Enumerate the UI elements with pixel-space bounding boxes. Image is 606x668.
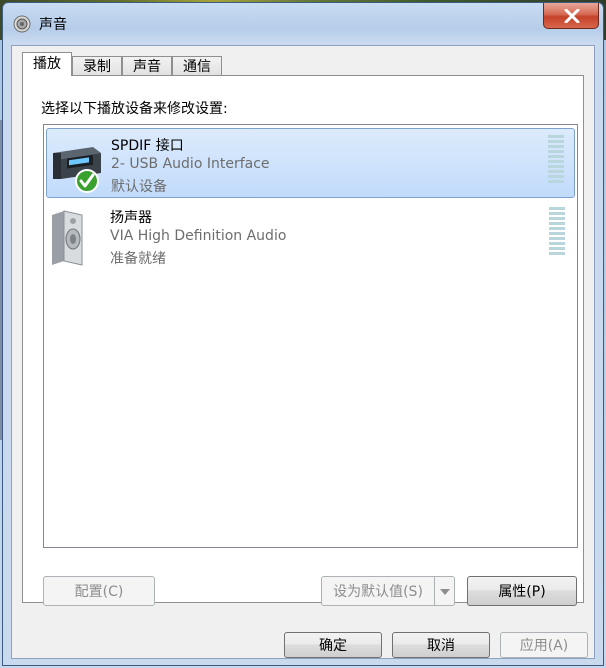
device-description: 2- USB Audio Interface [111, 156, 270, 172]
speaker-device-icon [48, 205, 102, 267]
dialog-client-area: 播放 录制 声音 通信 选择以下播放设备来修改设置: SPDIF 接口 2- U… [11, 45, 595, 659]
tab-playback[interactable]: 播放 [22, 52, 72, 76]
tab-recording[interactable]: 录制 [72, 56, 122, 76]
close-button[interactable] [543, 3, 599, 29]
level-meter [549, 207, 565, 255]
screen: 声音 播放 录制 声音 通信 选择以下播放设备来修改设置: SPDIF 接口 2… [0, 0, 606, 668]
configure-button[interactable]: 配置(C) [43, 576, 155, 606]
spdif-device-icon [49, 133, 103, 195]
cancel-button[interactable]: 取消 [392, 632, 490, 658]
instruction-label: 选择以下播放设备来修改设置: [41, 101, 228, 117]
speaker-icon [13, 15, 31, 33]
device-name: SPDIF 接口 [111, 138, 184, 154]
properties-button[interactable]: 属性(P) [467, 576, 577, 606]
tab-strip: 播放 录制 声音 通信 [22, 52, 222, 76]
chevron-down-icon [440, 589, 450, 595]
set-default-dropdown[interactable] [435, 576, 455, 606]
sound-dialog: 声音 播放 录制 声音 通信 选择以下播放设备来修改设置: SPDIF 接口 2… [2, 2, 604, 666]
apply-button[interactable]: 应用(A) [500, 632, 588, 658]
tab-sounds[interactable]: 声音 [122, 56, 172, 76]
device-description: VIA High Definition Audio [110, 228, 287, 244]
default-check-icon [75, 169, 99, 193]
device-list[interactable]: SPDIF 接口 2- USB Audio Interface 默认设备 扬声器… [43, 124, 578, 548]
level-meter [548, 135, 564, 183]
tab-communications[interactable]: 通信 [172, 56, 222, 76]
playback-panel: 选择以下播放设备来修改设置: SPDIF 接口 2- USB Audio Int… [22, 75, 584, 606]
device-item-speakers[interactable]: 扬声器 VIA High Definition Audio 准备就绪 [46, 201, 575, 271]
set-default-button[interactable]: 设为默认值(S) [321, 576, 435, 606]
close-icon [564, 9, 580, 23]
device-status: 默认设备 [111, 179, 167, 195]
title-bar[interactable]: 声音 [3, 3, 603, 43]
ok-button[interactable]: 确定 [284, 632, 382, 658]
device-name: 扬声器 [110, 210, 152, 226]
window-title: 声音 [39, 17, 67, 33]
device-status: 准备就绪 [110, 251, 166, 267]
device-item-spdif[interactable]: SPDIF 接口 2- USB Audio Interface 默认设备 [46, 128, 575, 198]
